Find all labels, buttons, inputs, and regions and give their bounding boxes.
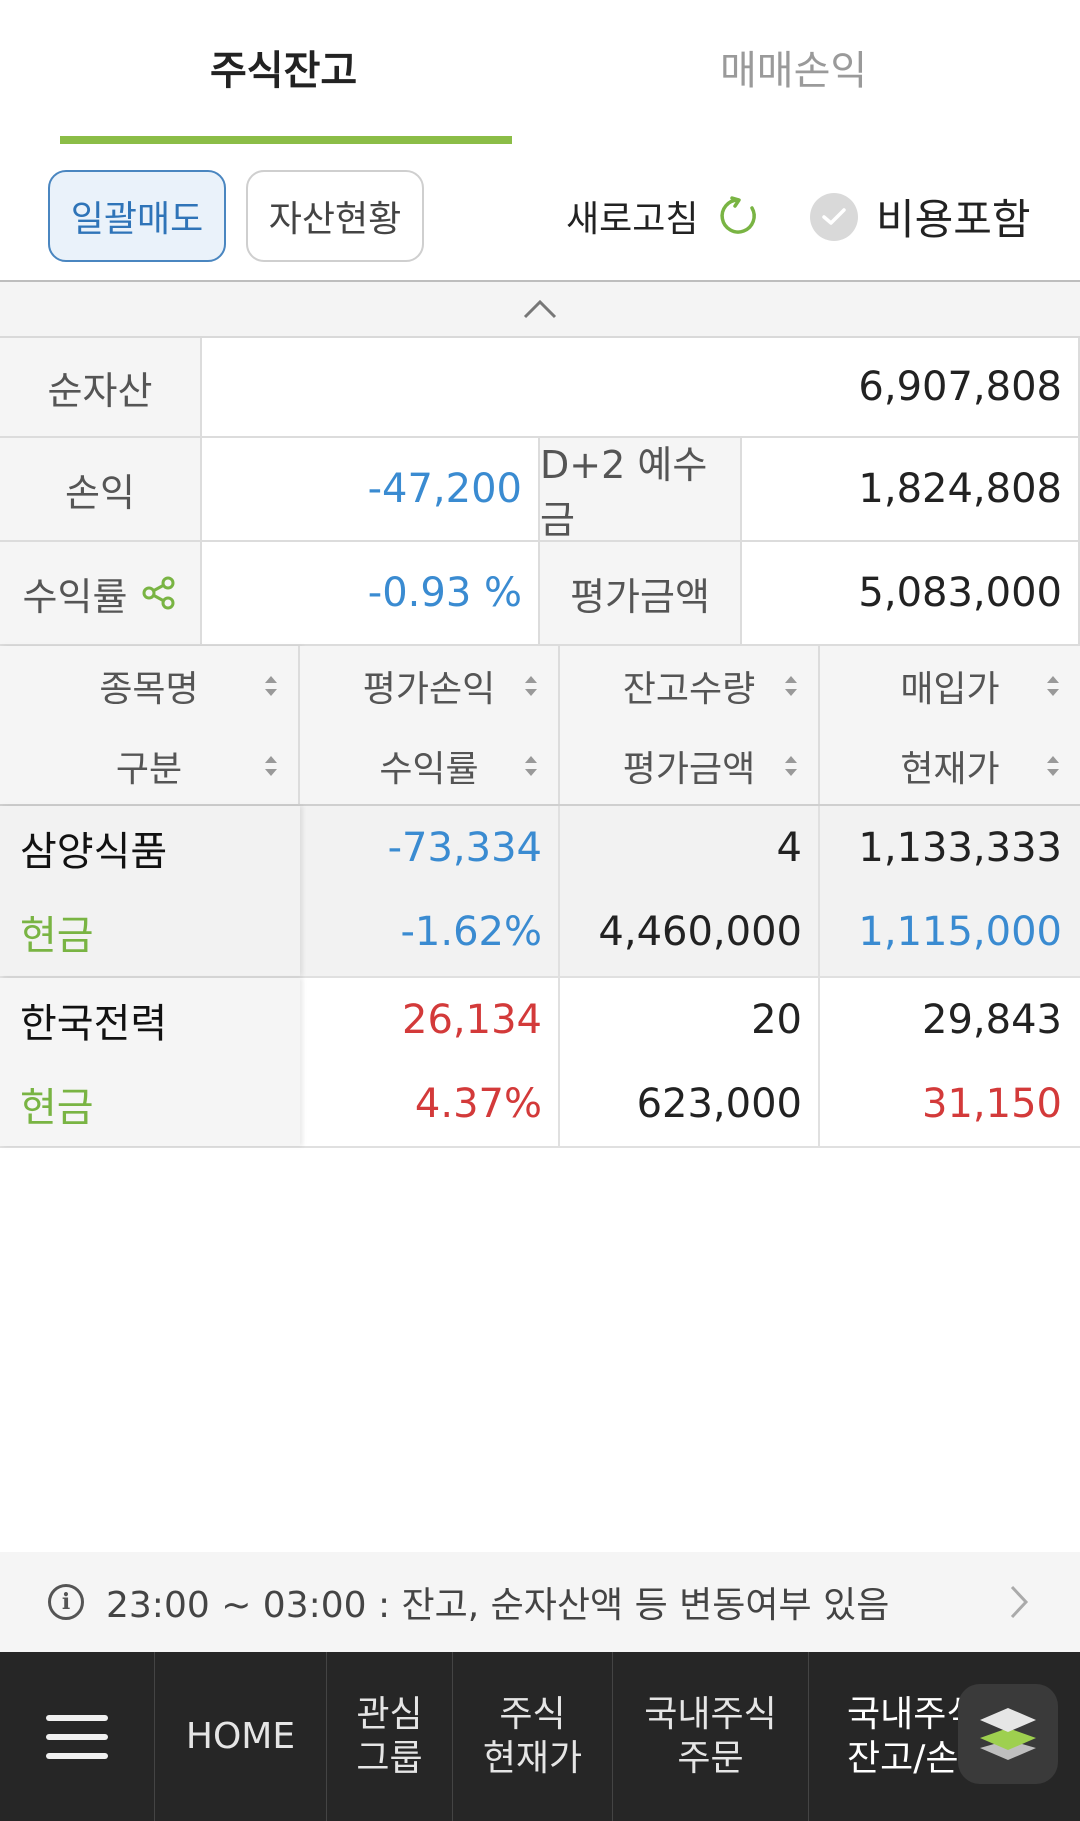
- eval-amount: 623,000: [636, 1081, 802, 1127]
- sort-by-return[interactable]: 수익률: [300, 726, 558, 806]
- sort-by-eval[interactable]: 평가금액: [560, 726, 818, 806]
- header-name: 종목명: [99, 669, 199, 710]
- quantity: 4: [776, 825, 802, 871]
- sort-icon: [525, 756, 537, 776]
- bulk-sell-button[interactable]: 일괄매도: [48, 170, 226, 262]
- bottom-nav: HOME 관심 그룹 주식 현재가 국내주식 주문 국내주식 잔고/손: [0, 1652, 1080, 1821]
- nav-watch-label-2: 그룹: [356, 1737, 423, 1779]
- stock-name: 한국전력: [20, 1001, 168, 1047]
- nav-home[interactable]: HOME: [154, 1652, 326, 1821]
- net-asset-label: 순자산: [0, 338, 202, 438]
- quantity: 20: [751, 997, 802, 1043]
- sort-by-type[interactable]: 구분: [0, 726, 298, 806]
- menu-button[interactable]: [0, 1652, 154, 1821]
- notice-text: 23:00 ~ 03:00 : 잔고, 순자산액 등 변동여부 있음: [106, 1585, 890, 1626]
- layers-icon: [980, 1708, 1036, 1760]
- sort-by-buy-price[interactable]: 매입가: [820, 646, 1080, 726]
- header-pnl: 평가손익: [362, 669, 496, 710]
- header-buy-price: 매입가: [900, 669, 1000, 710]
- asset-status-button[interactable]: 자산현황: [246, 170, 424, 262]
- include-fee-toggle[interactable]: 비용포함: [810, 186, 1031, 247]
- return-rate: 4.37%: [414, 1081, 542, 1127]
- tab-stock-balance[interactable]: 주식잔고: [210, 38, 357, 96]
- account-type: 현금: [20, 913, 94, 959]
- header-eval: 평가금액: [622, 749, 756, 790]
- nav-domestic-order[interactable]: 국내주식 주문: [612, 1652, 808, 1821]
- refresh-button[interactable]: 새로고침: [566, 190, 760, 242]
- deposit-label: D+2 예수금: [540, 438, 742, 542]
- share-icon[interactable]: [141, 575, 177, 611]
- sort-icon: [1047, 756, 1059, 776]
- header-cur-price: 현재가: [900, 749, 1000, 790]
- info-icon: i: [48, 1584, 84, 1620]
- buy-price: 1,133,333: [858, 825, 1062, 871]
- net-asset-value: 6,907,808: [202, 338, 1080, 438]
- check-icon: [810, 192, 858, 241]
- nav-stock-price[interactable]: 주식 현재가: [452, 1652, 612, 1821]
- header-col-name: 종목명 구분: [0, 646, 300, 806]
- collapse-summary-button[interactable]: [0, 280, 1080, 338]
- refresh-label: 새로고침: [566, 199, 699, 240]
- chevron-right-icon: [1010, 1585, 1029, 1619]
- return-value: -0.93 %: [202, 542, 540, 646]
- eval-amount-label: 평가금액: [540, 542, 742, 646]
- header-type: 구분: [115, 749, 183, 790]
- notice-bar[interactable]: i 23:00 ~ 03:00 : 잔고, 순자산액 등 변동여부 있음: [0, 1552, 1080, 1652]
- eval-amount-value: 5,083,000: [742, 542, 1080, 646]
- sort-icon: [785, 756, 797, 776]
- eval-pnl: 26,134: [402, 997, 542, 1043]
- header-return: 수익률: [379, 749, 479, 790]
- sort-by-cur-price[interactable]: 현재가: [820, 726, 1080, 806]
- sort-icon: [525, 676, 537, 696]
- pnl-label: 손익: [0, 438, 202, 542]
- nav-home-label: HOME: [185, 1715, 296, 1757]
- refresh-icon: [720, 196, 757, 234]
- active-tab-indicator: [60, 136, 512, 144]
- layers-button[interactable]: [958, 1684, 1058, 1784]
- account-type: 현금: [20, 1085, 94, 1131]
- header-qty: 잔고수량: [622, 669, 756, 710]
- header-col-qty: 잔고수량 평가금액: [560, 646, 820, 806]
- tab-trade-pnl[interactable]: 매매손익: [720, 38, 867, 96]
- tab-bar: 주식잔고 매매손익: [0, 0, 1080, 150]
- buy-price: 29,843: [922, 997, 1062, 1043]
- current-price: 1,115,000: [858, 909, 1062, 955]
- sort-icon: [265, 756, 277, 776]
- sort-icon: [265, 676, 277, 696]
- table-row[interactable]: 한국전력 현금 26,134 4.37% 20 623,000 29,843 3…: [0, 978, 1080, 1148]
- sort-icon: [1047, 676, 1059, 696]
- nav-watch-group[interactable]: 관심 그룹: [326, 1652, 452, 1821]
- return-label-cell: 수익률: [0, 542, 202, 646]
- hamburger-menu-icon: [46, 1714, 108, 1759]
- current-price: 31,150: [922, 1081, 1062, 1127]
- pnl-value: -47,200: [202, 438, 540, 542]
- nav-price-label-1: 주식: [499, 1694, 566, 1736]
- eval-amount: 4,460,000: [598, 909, 802, 955]
- nav-order-label-2: 주문: [677, 1737, 744, 1779]
- return-rate: -1.62%: [400, 909, 542, 955]
- include-fee-label: 비용포함: [876, 195, 1031, 244]
- nav-watch-label-1: 관심: [356, 1694, 423, 1736]
- sort-by-name[interactable]: 종목명: [0, 646, 298, 726]
- header-col-price: 매입가 현재가: [820, 646, 1080, 806]
- sort-by-pnl[interactable]: 평가손익: [300, 646, 558, 726]
- sort-by-qty[interactable]: 잔고수량: [560, 646, 818, 726]
- sort-icon: [785, 676, 797, 696]
- eval-pnl: -73,334: [387, 825, 542, 871]
- header-col-pnl: 평가손익 수익률: [300, 646, 560, 806]
- chevron-up-icon: [523, 299, 557, 319]
- return-label: 수익률: [22, 574, 128, 619]
- stock-name: 삼양식품: [20, 829, 168, 875]
- nav-order-label-1: 국내주식: [644, 1694, 777, 1736]
- deposit-value: 1,824,808: [742, 438, 1080, 542]
- nav-balance-label-2: 잔고/손: [847, 1737, 959, 1779]
- nav-price-label-2: 현재가: [482, 1737, 583, 1779]
- table-row[interactable]: 삼양식품 현금 -73,334 -1.62% 4 4,460,000 1,133…: [0, 806, 1080, 978]
